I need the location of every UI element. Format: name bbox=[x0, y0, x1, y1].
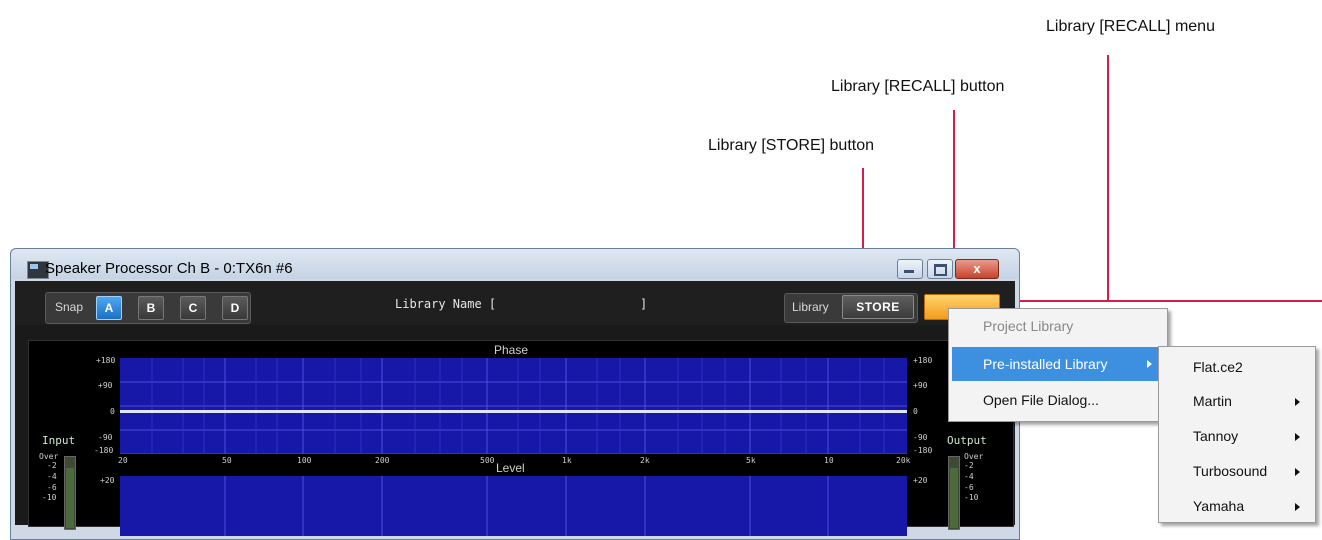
callout-store-button: Library [STORE] button bbox=[708, 137, 874, 154]
title-bar: Speaker Processor Ch B - 0:TX6n #6 x bbox=[11, 249, 1019, 279]
output-scale-tick: Over bbox=[964, 452, 984, 461]
phase-right-tick: 0 bbox=[913, 407, 918, 416]
menu-item-label: Open File Dialog... bbox=[983, 392, 1099, 408]
phase-title: Phase bbox=[494, 343, 529, 357]
library-name-close: ] bbox=[640, 297, 648, 311]
menu-item-label: Pre-installed Library bbox=[983, 356, 1108, 372]
output-scale-tick: -6 bbox=[964, 483, 974, 492]
submenu-item-label: Martin bbox=[1193, 393, 1232, 409]
menu-item-preinstalled-library[interactable]: Pre-installed Library bbox=[952, 347, 1159, 381]
snap-a-button[interactable]: A bbox=[96, 296, 122, 320]
submenu-item-label: Tannoy bbox=[1193, 428, 1239, 444]
phase-right-tick: +180 bbox=[913, 356, 933, 365]
phase-left-tick: 0 bbox=[110, 407, 115, 416]
phase-left-tick: +180 bbox=[96, 356, 116, 365]
output-meter bbox=[948, 456, 960, 530]
input-scale-tick: -2 bbox=[47, 461, 57, 470]
submenu-item-turbosound[interactable]: Turbosound bbox=[1159, 452, 1315, 487]
phase-curve bbox=[120, 410, 907, 413]
submenu-item-flat[interactable]: Flat.ce2 bbox=[1159, 347, 1315, 382]
phase-right-tick: -180 bbox=[913, 446, 933, 455]
freq-tick: 20k bbox=[896, 456, 911, 465]
freq-tick: 200 bbox=[375, 456, 390, 465]
snap-d-button[interactable]: D bbox=[222, 296, 248, 320]
preinstalled-submenu: Flat.ce2 Martin Tannoy Turbosound Yamaha bbox=[1158, 346, 1316, 523]
output-scale-tick: -2 bbox=[964, 461, 974, 470]
freq-tick: 100 bbox=[297, 456, 312, 465]
callout-line-menu-bracket bbox=[1012, 300, 1322, 302]
input-meter bbox=[64, 456, 76, 530]
freq-tick: 50 bbox=[222, 456, 232, 465]
submenu-arrow-icon bbox=[1147, 360, 1152, 368]
output-scale-tick: -10 bbox=[964, 493, 979, 502]
recall-menu: Project Library Pre-installed Library Op… bbox=[948, 308, 1168, 422]
submenu-arrow-icon bbox=[1295, 398, 1300, 406]
phase-left-tick: -180 bbox=[94, 446, 114, 455]
menu-item-project-library: Project Library bbox=[949, 309, 1167, 343]
freq-tick: 20 bbox=[118, 456, 128, 465]
level-left-tick: +20 bbox=[100, 476, 115, 485]
phase-right-tick: +90 bbox=[913, 381, 928, 390]
freq-tick: 500 bbox=[480, 456, 495, 465]
submenu-item-yamaha[interactable]: Yamaha bbox=[1159, 487, 1315, 522]
level-right-tick: +20 bbox=[913, 476, 928, 485]
callout-recall-button: Library [RECALL] button bbox=[831, 78, 1005, 95]
freq-tick: 5k bbox=[746, 456, 756, 465]
submenu-item-tannoy[interactable]: Tannoy bbox=[1159, 417, 1315, 452]
phase-right-tick: -90 bbox=[913, 433, 928, 442]
callout-line-recall-menu bbox=[1107, 55, 1109, 302]
submenu-item-label: Flat.ce2 bbox=[1193, 359, 1243, 375]
output-scale-tick: -4 bbox=[964, 472, 974, 481]
output-meter-label: Output bbox=[947, 434, 987, 447]
callout-recall-menu: Library [RECALL] menu bbox=[1046, 18, 1215, 35]
freq-tick: 2k bbox=[640, 456, 650, 465]
menu-item-label: Project Library bbox=[983, 318, 1074, 334]
library-name-label: Library Name [ bbox=[395, 297, 497, 311]
submenu-item-label: Turbosound bbox=[1193, 463, 1268, 479]
freq-tick: 10 bbox=[824, 456, 834, 465]
level-title: Level bbox=[496, 461, 525, 475]
input-meter-label: Input bbox=[42, 434, 76, 447]
input-scale-tick: -10 bbox=[42, 493, 57, 502]
input-scale-tick: -6 bbox=[47, 483, 57, 492]
freq-tick: 1k bbox=[562, 456, 572, 465]
phase-graph bbox=[120, 358, 907, 454]
close-button[interactable]: x bbox=[955, 259, 999, 279]
menu-item-open-file-dialog[interactable]: Open File Dialog... bbox=[949, 385, 1167, 419]
level-graph bbox=[120, 476, 907, 536]
submenu-arrow-icon bbox=[1295, 468, 1300, 476]
snap-c-button[interactable]: C bbox=[180, 296, 206, 320]
phase-left-tick: -90 bbox=[98, 433, 113, 442]
snap-b-button[interactable]: B bbox=[138, 296, 164, 320]
window-title: Speaker Processor Ch B - 0:TX6n #6 bbox=[45, 260, 293, 277]
minimize-button[interactable] bbox=[897, 259, 923, 279]
submenu-arrow-icon bbox=[1295, 503, 1300, 511]
library-label: Library bbox=[792, 300, 829, 314]
submenu-item-label: Yamaha bbox=[1193, 498, 1245, 514]
input-scale-tick: Over bbox=[39, 452, 59, 461]
phase-left-tick: +90 bbox=[98, 381, 113, 390]
maximize-button[interactable] bbox=[927, 259, 953, 279]
library-store-button[interactable]: STORE bbox=[842, 295, 914, 319]
input-scale-tick: -4 bbox=[47, 472, 57, 481]
snap-label: Snap bbox=[55, 300, 84, 314]
submenu-arrow-icon bbox=[1295, 433, 1300, 441]
submenu-item-martin[interactable]: Martin bbox=[1159, 382, 1315, 417]
